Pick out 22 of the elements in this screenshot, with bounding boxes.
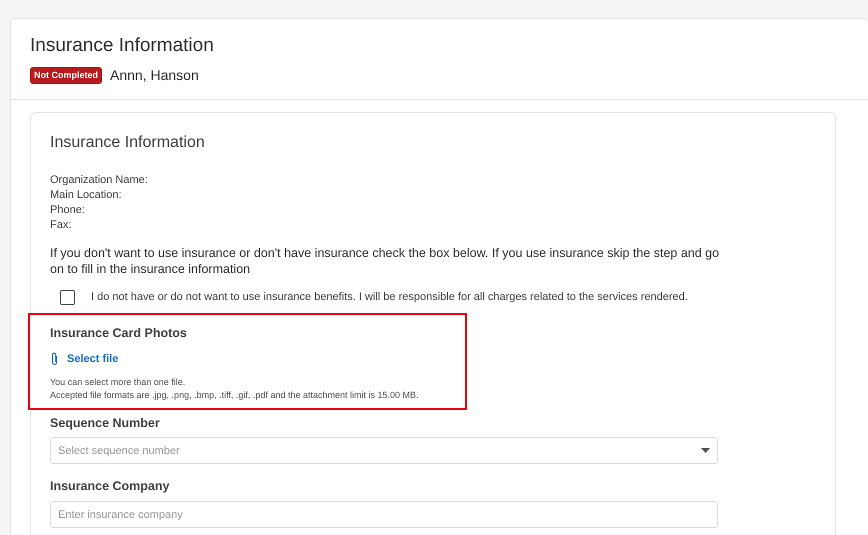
hint-text: Accepted file formats are .jpg, .png, .bmp, .tiff, .gif, .pdf and the attachment limit is 15.00 MB. bbox=[50, 388, 420, 402]
select-placeholder: Select sequence number bbox=[58, 444, 180, 459]
field-label: Insurance Company bbox=[50, 478, 170, 496]
section-title: Insurance Information bbox=[50, 132, 206, 152]
info-label: Phone: bbox=[50, 202, 86, 218]
page-title: Insurance Information bbox=[30, 35, 215, 58]
info-label: Main Location: bbox=[50, 188, 123, 203]
input-field[interactable]: Enter insurance company bbox=[50, 501, 718, 528]
checkbox[interactable] bbox=[60, 290, 75, 305]
paperclip-icon bbox=[50, 352, 59, 366]
patient-name: Annn, Hanson bbox=[110, 66, 199, 85]
select-file-link[interactable]: Select file bbox=[67, 351, 118, 368]
info-label: Fax: bbox=[50, 218, 72, 233]
status-badge: Not Completed bbox=[30, 66, 102, 84]
select-field[interactable]: Select sequence number bbox=[50, 437, 718, 464]
hint-text: You can select more than one file. bbox=[50, 376, 186, 389]
instruction-text: If you don't want to use insurance or don't have insurance check the box below. If you use insurance skip the step and go on to fill in the insurance information bbox=[50, 244, 720, 277]
field-label: Insurance Card Photos bbox=[50, 325, 188, 342]
checkbox-label: I do not have or do not want to use insurance benefits. I will be responsible for all charges related to the services rendered. bbox=[91, 290, 688, 305]
field-label: Sequence Number bbox=[50, 414, 161, 432]
info-label: Organization Name: bbox=[50, 172, 149, 188]
caret-icon bbox=[701, 448, 710, 454]
